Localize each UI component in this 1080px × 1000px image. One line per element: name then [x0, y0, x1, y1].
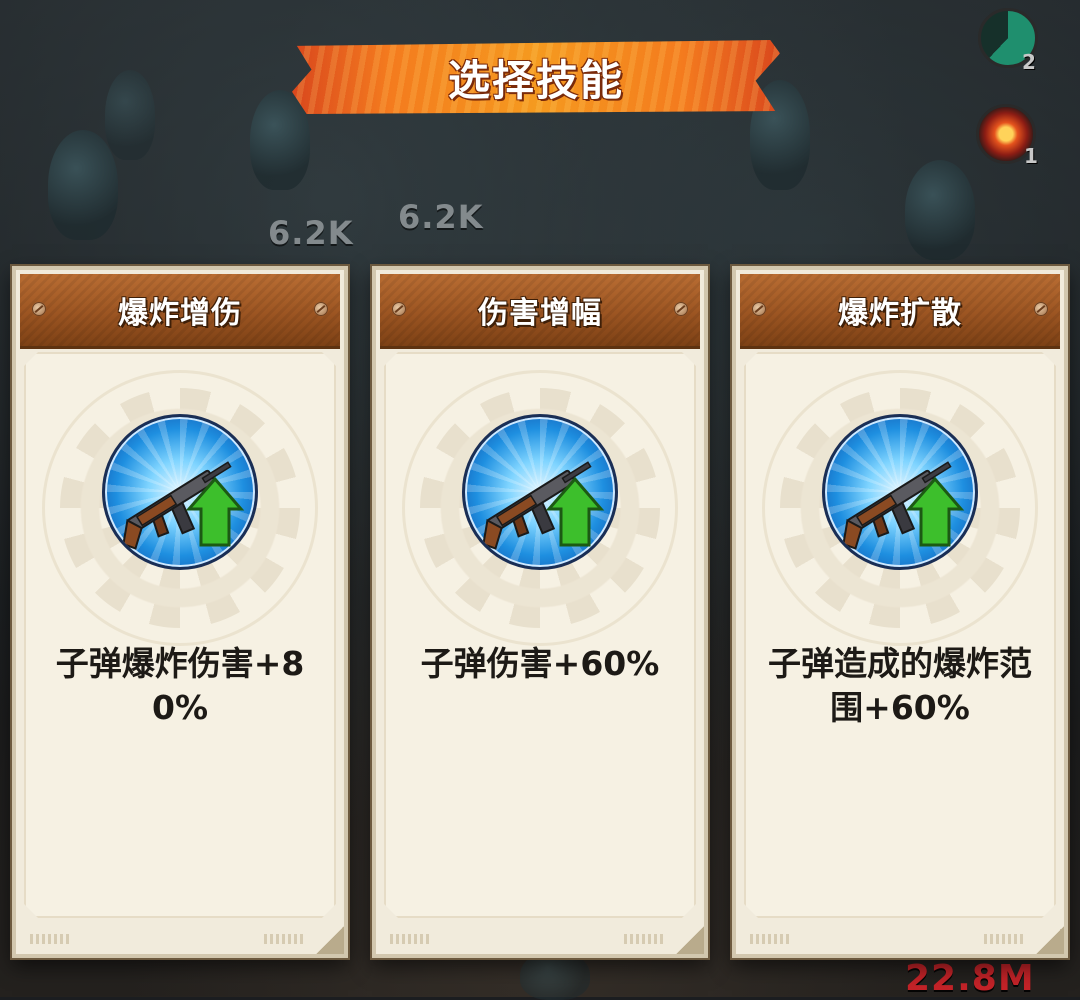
enemy-creature [905, 160, 975, 260]
screw-icon [392, 302, 406, 316]
skill-title: 伤害增幅 [478, 296, 602, 331]
rifle-arrow-graphic [482, 461, 605, 550]
rifle-arrow-graphic [842, 461, 965, 550]
skill-card-explosion-spread[interactable]: 爆炸扩散 子弹造成的爆炸范围+60% [732, 266, 1068, 958]
skill-card-damage-boost[interactable]: 伤害增幅 子弹伤害+60% [372, 266, 708, 958]
fire-count: 1 [1024, 144, 1038, 168]
skill-title: 爆炸增伤 [118, 296, 242, 331]
footer-stripe [390, 934, 430, 944]
assault-rifle-upgrade-icon [462, 414, 618, 570]
damage-number: 22.8M [905, 958, 1035, 999]
skill-description: 子弹爆炸伤害+80% [55, 644, 305, 727]
skill-description: 子弹造成的爆炸范围+60% [768, 644, 1032, 727]
screw-icon [32, 302, 46, 316]
screw-icon [1034, 302, 1048, 316]
skill-card-header: 爆炸扩散 [740, 274, 1060, 349]
damage-number: 6.2K [398, 198, 484, 236]
screw-icon [314, 302, 328, 316]
skill-card-explosion-damage[interactable]: 爆炸增伤 子弹爆炸伤害+80% [12, 266, 348, 958]
page-title: 选择技能 [447, 55, 624, 105]
skill-title: 爆炸扩散 [838, 296, 962, 331]
footer-stripe [984, 934, 1024, 944]
damage-number: 6.2K [268, 214, 354, 252]
screw-icon [752, 302, 766, 316]
skill-description: 子弹伤害+60% [420, 644, 660, 683]
timer-count: 2 [1022, 50, 1036, 74]
corner-fold [1036, 926, 1064, 954]
assault-rifle-upgrade-icon [822, 414, 978, 570]
assault-rifle-upgrade-icon [102, 414, 258, 570]
footer-stripe [264, 934, 304, 944]
footer-stripe [750, 934, 790, 944]
corner-fold [316, 926, 344, 954]
enemy-creature [48, 130, 118, 240]
skill-card-header: 伤害增幅 [380, 274, 700, 349]
enemy-creature [105, 70, 155, 160]
footer-stripe [30, 934, 70, 944]
screw-icon [674, 302, 688, 316]
skill-card-header: 爆炸增伤 [20, 274, 340, 349]
corner-fold [676, 926, 704, 954]
footer-stripe [624, 934, 664, 944]
rifle-arrow-graphic [122, 461, 245, 550]
title-banner: 选择技能 [292, 40, 780, 114]
